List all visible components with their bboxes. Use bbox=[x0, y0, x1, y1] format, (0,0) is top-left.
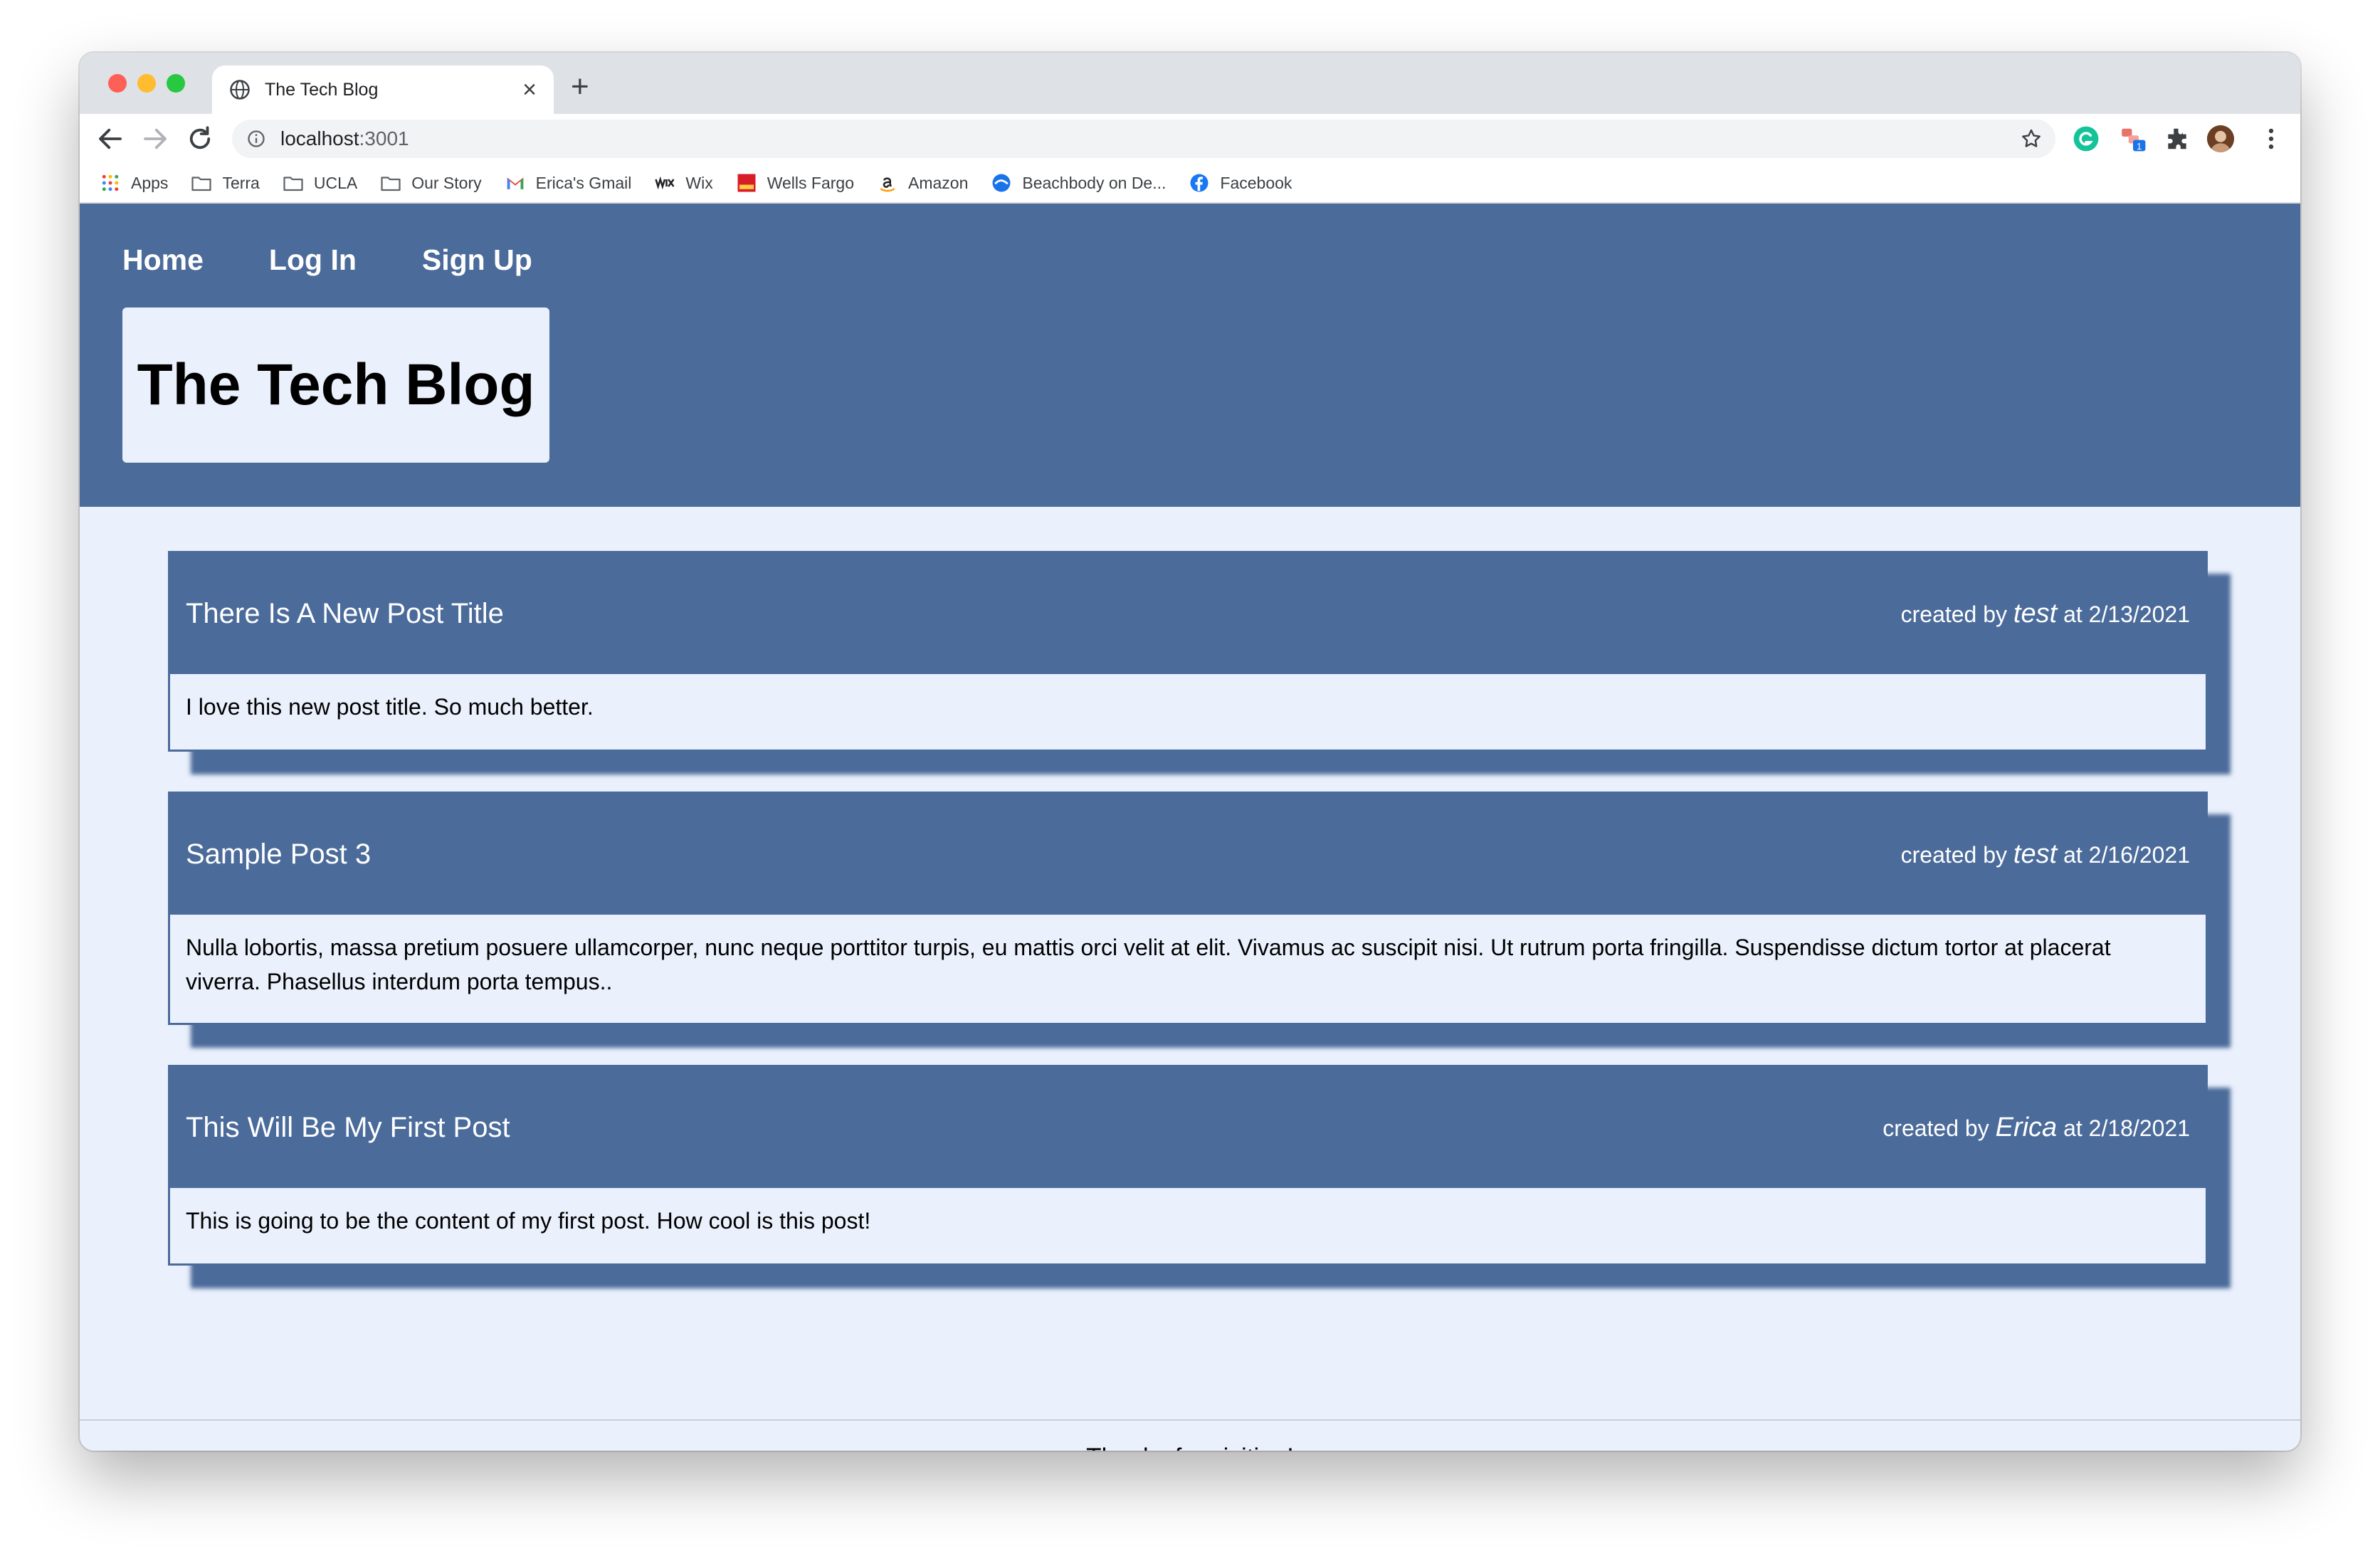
browser-tab[interactable]: The Tech Blog × bbox=[212, 65, 554, 114]
bookmark-label: Erica's Gmail bbox=[535, 173, 632, 192]
amazon-icon bbox=[880, 177, 895, 192]
site-nav: Home Log In Sign Up bbox=[122, 243, 598, 277]
post-date: 2/18/2021 bbox=[2088, 1115, 2190, 1141]
wells-fargo-icon bbox=[737, 174, 756, 192]
browser-window: The Tech Blog × + localhost:3001 1 Apps … bbox=[80, 53, 2300, 1451]
bookmark-wells-fargo[interactable]: Wells Fargo bbox=[736, 172, 854, 194]
post-header: Sample Post 3 created by test at 2/16/20… bbox=[170, 794, 2206, 915]
bookmark-label: Our Story bbox=[411, 173, 482, 192]
globe-icon bbox=[230, 80, 250, 100]
tab-title: The Tech Blog bbox=[265, 79, 379, 100]
post-title[interactable]: Sample Post 3 bbox=[186, 839, 371, 871]
avatar-icon bbox=[2207, 125, 2234, 152]
browser-toolbar: localhost:3001 1 bbox=[80, 114, 2300, 164]
post-header: This Will Be My First Post created by Er… bbox=[170, 1067, 2206, 1188]
nav-home-link[interactable]: Home bbox=[122, 243, 204, 277]
new-tab-button[interactable]: + bbox=[571, 71, 589, 102]
wix-icon bbox=[655, 176, 675, 190]
extension-badge: 1 bbox=[2137, 142, 2142, 152]
at-label: at bbox=[2063, 601, 2082, 627]
folder-icon bbox=[191, 177, 212, 191]
web-page: Home Log In Sign Up The Tech Blog There … bbox=[80, 204, 2300, 1451]
bookmark-label: Terra bbox=[222, 173, 260, 192]
post-meta: created by test at 2/13/2021 bbox=[1901, 599, 2190, 629]
bookmark-label: Facebook bbox=[1220, 173, 1292, 192]
nav-signup-link[interactable]: Sign Up bbox=[422, 243, 532, 277]
facebook-icon bbox=[1190, 174, 1209, 192]
post-card[interactable]: This Will Be My First Post created by Er… bbox=[168, 1065, 2208, 1266]
back-arrow-icon[interactable] bbox=[95, 124, 125, 154]
at-label: at bbox=[2063, 841, 2082, 868]
tab-manager-extension-icon[interactable]: 1 bbox=[2120, 125, 2147, 152]
extensions-puzzle-icon[interactable] bbox=[2164, 125, 2191, 152]
close-window-button[interactable] bbox=[108, 74, 127, 93]
bookmark-label: Beachbody on De... bbox=[1022, 173, 1167, 192]
brand-box: The Tech Blog bbox=[122, 307, 549, 463]
bookmark-facebook[interactable]: Facebook bbox=[1189, 172, 1292, 194]
post-title[interactable]: There Is A New Post Title bbox=[186, 598, 504, 630]
address-bar[interactable]: localhost:3001 bbox=[232, 120, 2055, 158]
gmail-icon bbox=[507, 177, 523, 189]
post-author: test bbox=[2013, 598, 2058, 629]
url-host: localhost bbox=[280, 127, 359, 149]
beachbody-icon bbox=[992, 174, 1011, 192]
post-list: There Is A New Post Title created by tes… bbox=[168, 551, 2209, 1308]
site-header: Home Log In Sign Up The Tech Blog bbox=[80, 204, 2300, 507]
tab-strip: The Tech Blog × + bbox=[80, 53, 2300, 114]
site-title: The Tech Blog bbox=[137, 352, 535, 417]
profile-avatar[interactable] bbox=[2207, 125, 2234, 152]
folder-icon bbox=[283, 177, 303, 191]
maximize-window-button[interactable] bbox=[167, 74, 185, 93]
bookmark-label: Amazon bbox=[907, 173, 969, 192]
post-header: There Is A New Post Title created by tes… bbox=[170, 553, 2206, 674]
url-port: :3001 bbox=[359, 127, 409, 149]
bookmark-terra[interactable]: Terra bbox=[191, 172, 260, 194]
more-menu-icon[interactable] bbox=[2258, 125, 2285, 152]
apps-grid-icon bbox=[102, 174, 119, 191]
bookmark-label: Wells Fargo bbox=[767, 173, 854, 192]
post-author: test bbox=[2013, 839, 2058, 869]
bookmark-apps[interactable]: Apps bbox=[100, 172, 168, 194]
post-card[interactable]: Sample Post 3 created by test at 2/16/20… bbox=[168, 792, 2208, 1025]
reload-icon[interactable] bbox=[185, 124, 215, 154]
post-body: Nulla lobortis, massa pretium posuere ul… bbox=[170, 915, 2206, 1023]
nav-login-link[interactable]: Log In bbox=[269, 243, 357, 277]
forward-arrow-icon[interactable] bbox=[140, 124, 170, 154]
bookmark-ericas-gmail[interactable]: Erica's Gmail bbox=[505, 172, 632, 194]
grammarly-extension-icon[interactable] bbox=[2073, 125, 2100, 152]
created-by-label: created by bbox=[1900, 601, 2008, 627]
bookmark-beachbody[interactable]: Beachbody on De... bbox=[991, 172, 1166, 194]
at-label: at bbox=[2063, 1115, 2082, 1141]
bookmark-star-icon[interactable] bbox=[2020, 127, 2043, 150]
bookmark-label: Wix bbox=[685, 173, 713, 192]
bookmark-amazon[interactable]: Amazon bbox=[877, 172, 968, 194]
footer-text: Thanks for visiting! bbox=[80, 1444, 2300, 1451]
bookmarks-bar: Apps Terra UCLA Our Story Erica's Gmail … bbox=[80, 164, 2300, 204]
post-body: This is going to be the content of my fi… bbox=[170, 1188, 2206, 1263]
post-author: Erica bbox=[1995, 1112, 2058, 1142]
post-body: I love this new post title. So much bett… bbox=[170, 674, 2206, 750]
post-meta: created by Erica at 2/18/2021 bbox=[1883, 1113, 2190, 1143]
info-icon[interactable] bbox=[246, 129, 266, 149]
bookmark-wix[interactable]: Wix bbox=[654, 172, 713, 194]
folder-icon bbox=[381, 177, 401, 191]
post-card[interactable]: There Is A New Post Title created by tes… bbox=[168, 551, 2208, 752]
close-tab-icon[interactable]: × bbox=[522, 78, 537, 102]
post-title[interactable]: This Will Be My First Post bbox=[186, 1112, 510, 1144]
post-meta: created by test at 2/16/2021 bbox=[1901, 839, 2190, 870]
url-text: localhost:3001 bbox=[280, 127, 409, 150]
post-date: 2/16/2021 bbox=[2088, 841, 2190, 868]
created-by-label: created by bbox=[1900, 841, 2008, 868]
created-by-label: created by bbox=[1883, 1115, 1989, 1141]
post-date: 2/13/2021 bbox=[2088, 601, 2190, 627]
minimize-window-button[interactable] bbox=[137, 74, 156, 93]
bookmark-label: Apps bbox=[131, 173, 169, 192]
bookmark-ucla[interactable]: UCLA bbox=[283, 172, 357, 194]
bookmark-label: UCLA bbox=[313, 173, 358, 192]
bookmark-our-story[interactable]: Our Story bbox=[380, 172, 482, 194]
